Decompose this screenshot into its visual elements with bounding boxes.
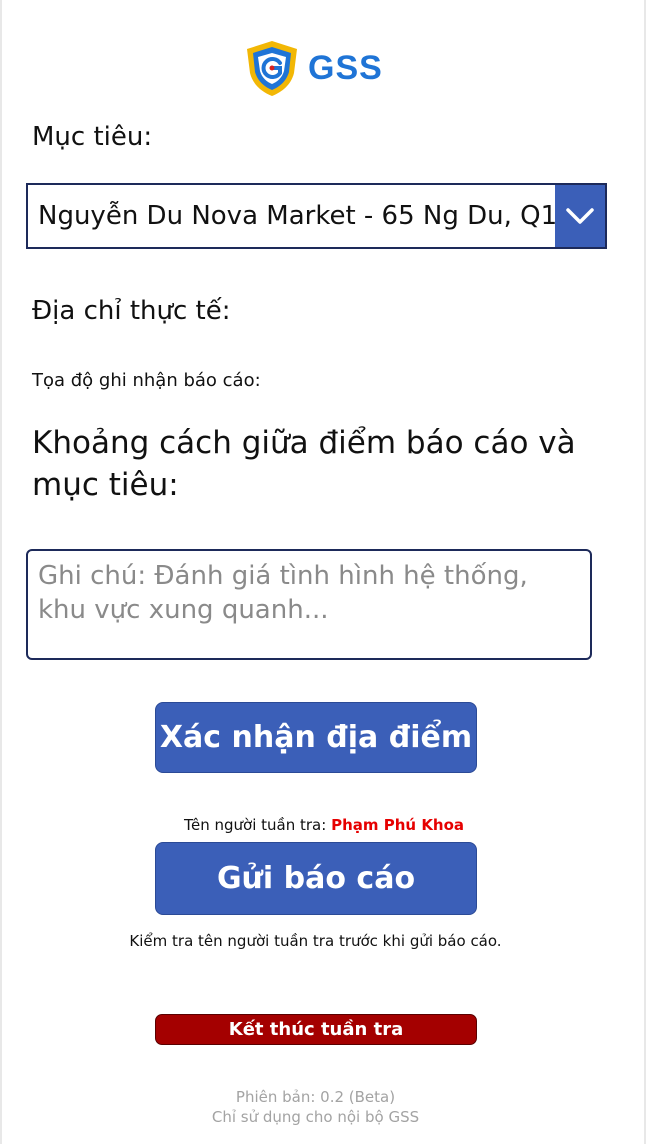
report-coords-label: Tọa độ ghi nhận báo cáo: xyxy=(32,370,261,391)
patroller-name: Phạm Phú Khoa xyxy=(331,816,465,834)
end-patrol-button[interactable]: Kết thúc tuần tra xyxy=(155,1014,477,1045)
dropdown-button[interactable] xyxy=(555,185,605,247)
target-select[interactable]: Nguyễn Du Nova Market - 65 Ng Du, Q1 xyxy=(26,183,607,249)
brand-name: GSS xyxy=(308,48,383,87)
send-hint: Kiểm tra tên người tuần tra trước khi gử… xyxy=(129,932,502,950)
version-text: Phiên bản: 0.2 (Beta) xyxy=(235,1088,396,1106)
send-report-button[interactable]: Gửi báo cáo xyxy=(155,842,477,915)
shield-g-icon xyxy=(244,39,300,97)
brand-logo: GSS xyxy=(244,38,414,98)
actual-address-label: Địa chỉ thực tế: xyxy=(32,296,231,326)
chevron-down-icon xyxy=(566,208,594,224)
target-label: Mục tiêu: xyxy=(32,122,153,152)
confirm-location-button[interactable]: Xác nhận địa điểm xyxy=(155,702,477,773)
patroller-label: Tên người tuần tra: xyxy=(183,816,327,834)
notes-field[interactable] xyxy=(26,549,592,660)
distance-label: Khoảng cách giữa điểm báo cáo và mục tiê… xyxy=(32,425,576,503)
internal-note: Chỉ sử dụng cho nội bộ GSS xyxy=(211,1108,420,1126)
patroller-line: Tên người tuần tra: Phạm Phú Khoa xyxy=(0,816,648,834)
target-select-value: Nguyễn Du Nova Market - 65 Ng Du, Q1 xyxy=(38,201,555,231)
footer: Phiên bản: 0.2 (Beta) Chỉ sử dụng cho nộ… xyxy=(0,1087,631,1127)
